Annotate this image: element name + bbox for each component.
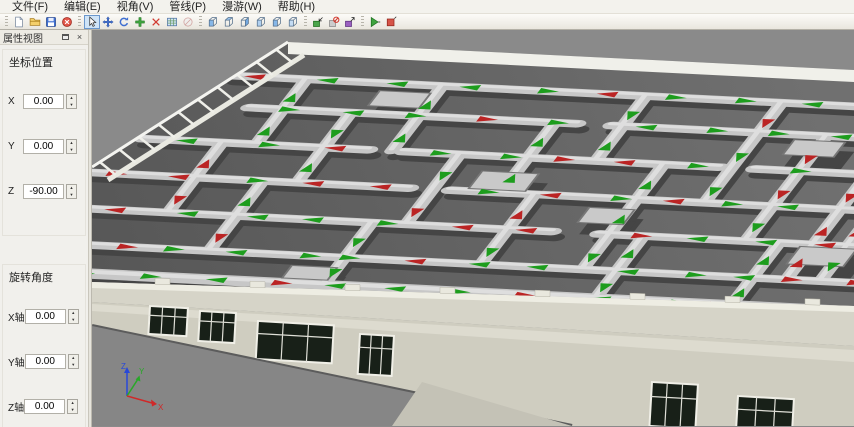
position-y-input-spinner: ▲▼ [66,139,77,154]
close-red-icon[interactable] [59,15,75,29]
float-window-icon [62,34,69,40]
view-cube-iso-icon[interactable] [285,15,301,29]
properties-panel-title: 属性视图 [3,30,43,45]
panel-float-button[interactable] [60,32,71,43]
close-icon: × [77,32,82,42]
view-cube-top-icon[interactable] [221,15,237,29]
position-z-input-spinner: ▲▼ [66,184,77,199]
view-cube-back-icon[interactable] [269,15,285,29]
rotation-x-input-label: X轴 [8,309,25,324]
rotation-y-input-spin-down[interactable]: ▼ [69,362,78,369]
rotation-x-input-spinner: ▲▼ [68,309,79,324]
toolbar-grip[interactable] [5,16,8,28]
field-row: Z轴 ▲▼ [7,399,83,414]
save-icon[interactable] [43,15,59,29]
toolbar-grip[interactable] [78,16,81,28]
menu-view[interactable]: 视角(V) [109,0,162,14]
rotation-x-input-spin-down[interactable]: ▼ [69,317,78,324]
position-x-input-label: X [8,96,23,107]
toolbar-grip[interactable] [199,16,202,28]
move-icon[interactable] [100,15,116,29]
disabled-circle-icon[interactable] [180,15,196,29]
position-y-input-spin-down[interactable]: ▼ [67,147,76,154]
delete-x-icon[interactable] [148,15,164,29]
group-title: 旋转角度 [9,269,83,285]
view-cube-left-icon[interactable] [253,15,269,29]
position-y-input[interactable] [23,139,64,154]
rotate-icon[interactable] [116,15,132,29]
menu-help[interactable]: 帮助(H) [270,0,323,14]
group-rotation-angle: 旋转角度 X轴 ▲▼ Y轴 ▲▼ Z轴 ▲▼ [2,264,86,427]
field-row: Z ▲▼ [7,184,83,199]
toolbar [0,14,854,30]
rotation-z-input-spin-down[interactable]: ▼ [68,407,77,414]
open-folder-icon[interactable] [27,15,43,29]
menu-bar: 文件(F)编辑(E)视角(V)管线(P)漫游(W)帮助(H) [0,0,854,14]
properties-panel-header: 属性视图 × [0,30,88,45]
view-cube-right-icon[interactable] [237,15,253,29]
select-arrow-icon[interactable] [84,15,100,29]
app-window: 文件(F)编辑(E)视角(V)管线(P)漫游(W)帮助(H) 属性视图 × 坐标… [0,0,854,427]
export-model-icon[interactable] [342,15,358,29]
field-row: Y ▲▼ [7,139,83,154]
remove-model-icon[interactable] [326,15,342,29]
group-coordinate-position: 坐标位置 X ▲▼ Y ▲▼ Z ▲▼ [2,49,86,236]
menu-roam[interactable]: 漫游(W) [214,0,270,14]
axis-y-label: Y [139,367,145,376]
position-x-input[interactable] [23,94,64,109]
viewport-3d[interactable]: Z Y X [92,30,854,427]
position-z-input-spin-down[interactable]: ▼ [67,192,76,199]
axis-z-label: Z [121,362,126,371]
field-row: X ▲▼ [7,94,83,109]
play-walkthrough-icon[interactable] [367,15,383,29]
properties-panel: 属性视图 × 坐标位置 X ▲▼ Y ▲▼ Z ▲▼ 旋转角度 X轴 ▲▼ Y轴 ▲▼ Z轴 ▲▼ [0,30,89,427]
rotation-z-input-label: Z轴 [8,399,24,414]
field-row: X轴 ▲▼ [7,309,83,324]
menu-file[interactable]: 文件(F) [4,0,56,14]
rotation-y-input[interactable] [25,354,66,369]
panel-close-button[interactable]: × [74,32,85,43]
axis-x-label: X [158,403,164,412]
new-file-icon[interactable] [11,15,27,29]
menu-pipeline[interactable]: 管线(P) [161,0,214,14]
field-row: Y轴 ▲▼ [7,354,83,369]
group-title: 坐标位置 [9,54,83,70]
rotation-y-input-label: Y轴 [8,354,25,369]
position-z-input[interactable] [23,184,64,199]
toolbar-grip[interactable] [361,16,364,28]
snapshot-grid-icon[interactable] [164,15,180,29]
rotation-z-input-spinner: ▲▼ [67,399,78,414]
rotation-x-input[interactable] [25,309,66,324]
view-cube-front-icon[interactable] [205,15,221,29]
main-area: 属性视图 × 坐标位置 X ▲▼ Y ▲▼ Z ▲▼ 旋转角度 X轴 ▲▼ Y轴 ▲▼ Z轴 ▲▼ [0,30,854,427]
position-x-input-spin-down[interactable]: ▼ [67,102,76,109]
menu-edit[interactable]: 编辑(E) [56,0,109,14]
toolbar-grip[interactable] [304,16,307,28]
import-model-icon[interactable] [310,15,326,29]
rotation-y-input-spinner: ▲▼ [68,354,79,369]
add-plus-icon[interactable] [132,15,148,29]
position-x-input-spinner: ▲▼ [66,94,77,109]
rotation-z-input[interactable] [24,399,65,414]
position-z-input-label: Z [8,186,23,197]
position-y-input-label: Y [8,141,23,152]
properties-panel-body: 坐标位置 X ▲▼ Y ▲▼ Z ▲▼ 旋转角度 X轴 ▲▼ Y轴 ▲▼ Z轴 ▲▼ [0,45,88,427]
stop-walkthrough-icon[interactable] [383,15,399,29]
